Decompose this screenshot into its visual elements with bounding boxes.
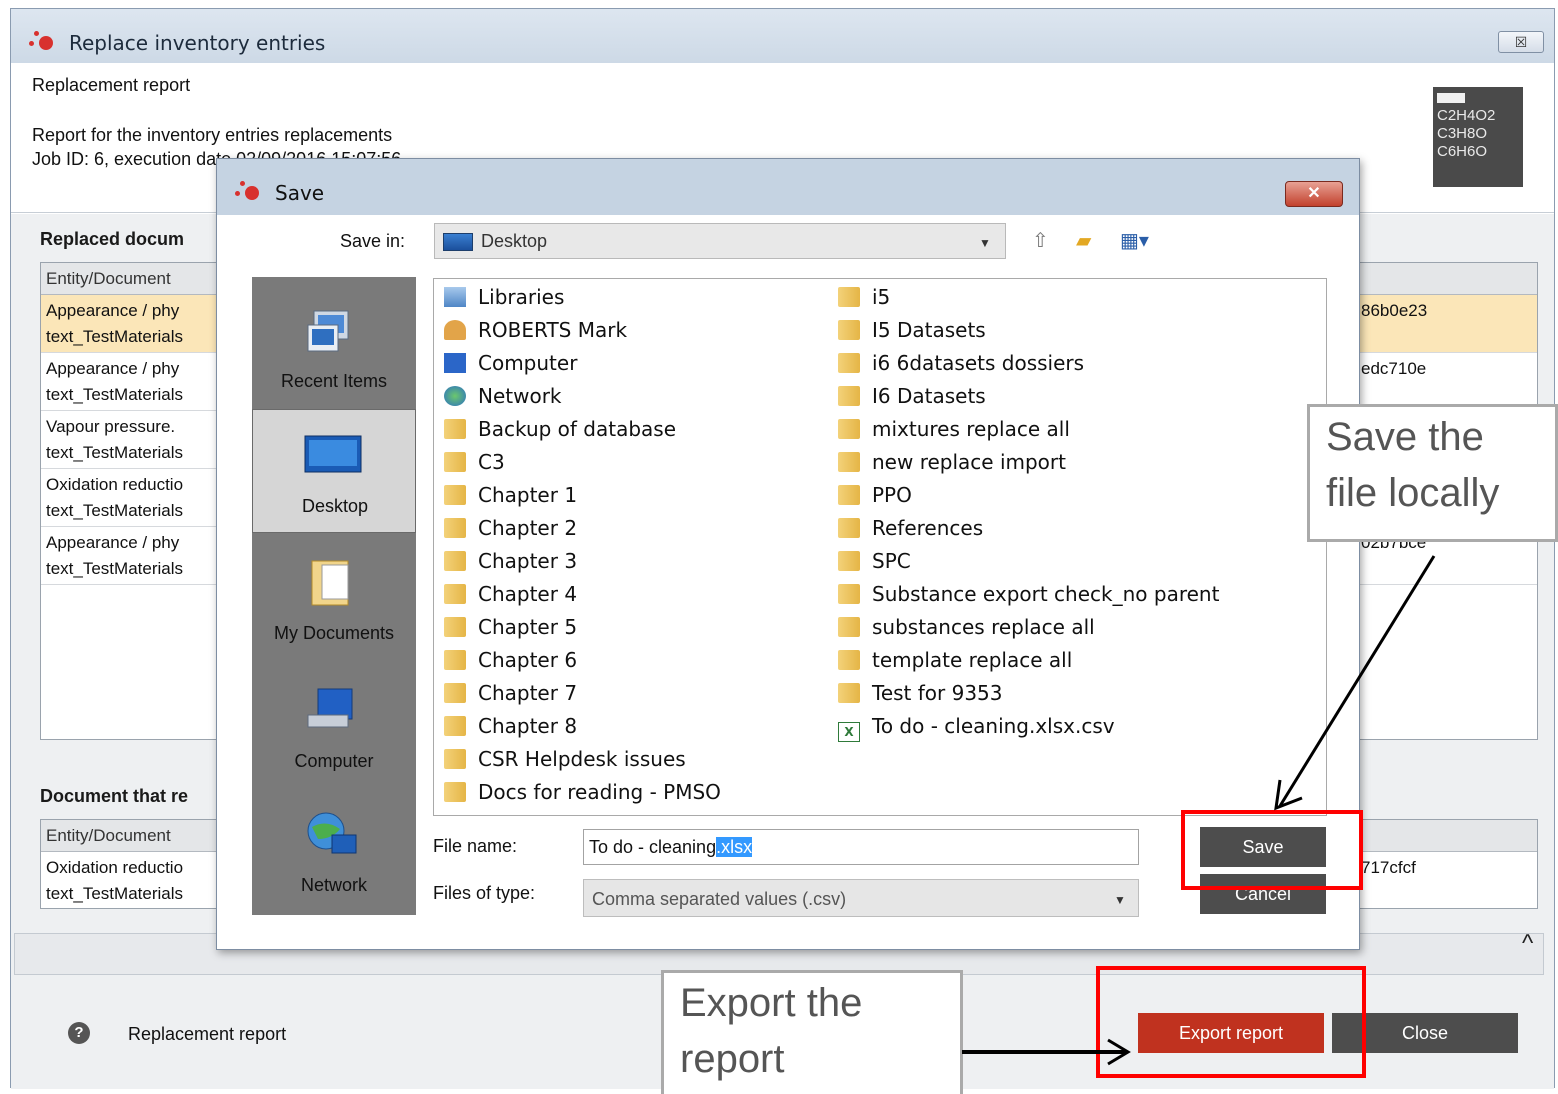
- annotation-arrows: [962, 555, 1436, 1066]
- screen: Replace inventory entries ☒ Replacement …: [0, 0, 1558, 1094]
